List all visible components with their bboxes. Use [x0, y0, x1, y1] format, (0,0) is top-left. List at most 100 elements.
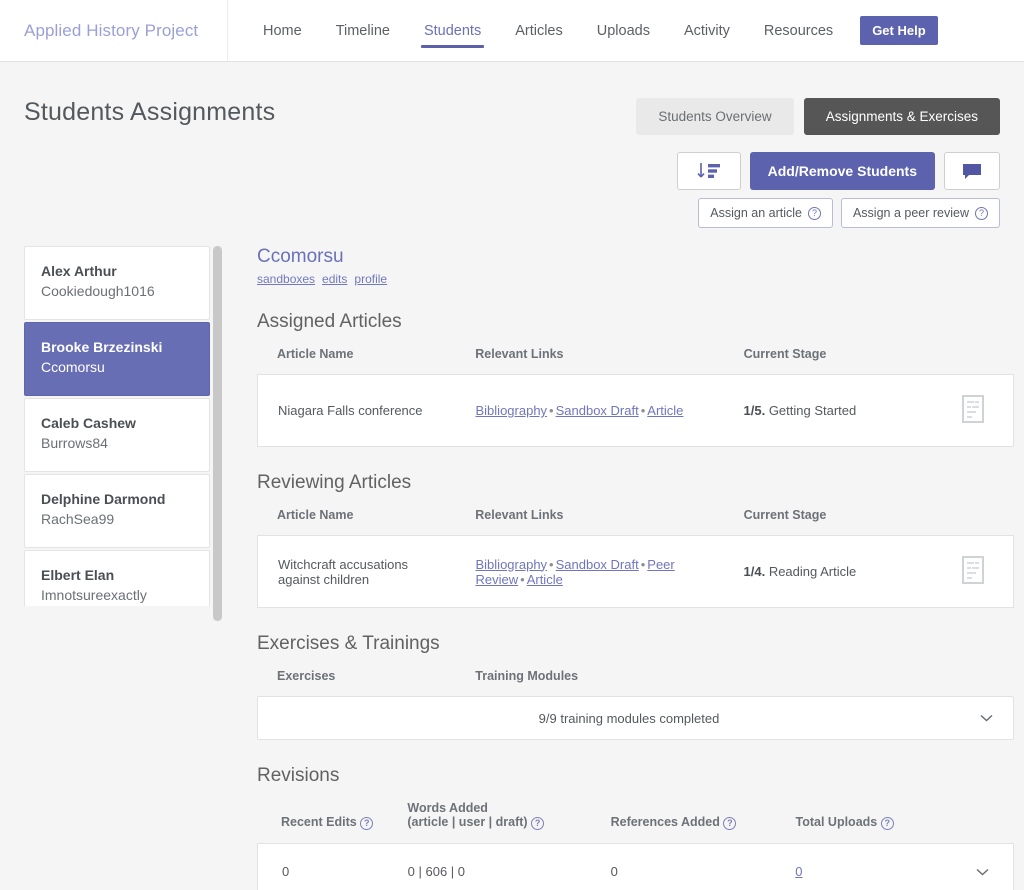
cell-document-action[interactable]: [934, 375, 1014, 447]
student-username: RachSea99: [41, 511, 115, 527]
list-item[interactable]: Delphine Darmond RachSea99: [24, 474, 210, 548]
list-item[interactable]: Alex Arthur Cookiedough1016: [24, 246, 210, 320]
message-button[interactable]: [944, 152, 1000, 190]
student-username: Imnotsureexactly: [41, 587, 147, 603]
site-brand[interactable]: Applied History Project: [0, 0, 228, 61]
link-separator: •: [549, 556, 554, 572]
column-header-actions: [934, 347, 1014, 374]
get-help-button[interactable]: Get Help: [860, 16, 938, 45]
column-header-relevant-links: Relevant Links: [475, 347, 564, 361]
link-sandbox-draft[interactable]: Sandbox Draft: [556, 403, 639, 418]
revisions-table: 0 0 | 606 | 0 0 0: [257, 843, 1014, 890]
table-row[interactable]: Witchcraft accusations against children …: [258, 536, 1014, 608]
exercises-title: Exercises & Trainings: [257, 633, 440, 654]
column-header-actions: [934, 508, 1014, 535]
nav-item-students[interactable]: Students: [407, 0, 498, 61]
list-item[interactable]: Elbert Elan Imnotsureexactly: [24, 550, 210, 606]
assigned-articles-title: Assigned Articles: [257, 311, 402, 332]
question-mark-icon[interactable]: ?: [531, 817, 545, 830]
link-sandboxes[interactable]: sandboxes: [257, 272, 315, 286]
column-header-article-name: Article Name: [277, 508, 354, 522]
link-total-uploads[interactable]: 0: [795, 864, 802, 879]
column-header-spacer: [744, 669, 934, 696]
question-mark-icon[interactable]: ?: [880, 817, 894, 830]
question-mark-icon[interactable]: ?: [723, 817, 737, 830]
stage-number: 1/4.: [743, 564, 766, 579]
cell-article-name: Witchcraft accusations against children: [278, 556, 409, 587]
link-bibliography[interactable]: Bibliography: [476, 557, 548, 572]
page-title: Students Assignments: [24, 98, 276, 126]
chevron-down-icon[interactable]: [980, 714, 993, 722]
question-mark-icon[interactable]: ?: [360, 817, 374, 830]
speech-bubble-icon: [963, 164, 981, 179]
question-mark-icon[interactable]: ?: [975, 206, 988, 220]
sort-button[interactable]: [676, 152, 741, 190]
training-modules-row[interactable]: 9/9 training modules completed: [257, 696, 1014, 740]
assigned-articles-header-table: Article Name Relevant Links Current Stag…: [257, 347, 1014, 374]
student-name: Elbert Elan: [41, 567, 115, 583]
cell-article-name: Niagara Falls conference: [278, 403, 423, 418]
student-detail-panel: Ccomorsu sandboxes edits profile Assigne…: [210, 246, 1024, 890]
students-sidebar: Alex Arthur Cookiedough1016 Brooke Brzez…: [24, 246, 222, 890]
document-icon[interactable]: [962, 556, 985, 584]
column-header-exercises: Exercises: [277, 669, 336, 683]
link-article[interactable]: Article: [647, 403, 683, 418]
sort-descending-icon: [697, 163, 720, 178]
primary-nav: Home Timeline Students Articles Uploads …: [228, 0, 938, 61]
link-profile[interactable]: profile: [354, 272, 387, 286]
column-header-current-stage: Current Stage: [743, 508, 827, 522]
assign-an-article-button[interactable]: Assign an article ?: [698, 198, 833, 228]
page-controls: Students Overview Assignments & Exercise…: [636, 98, 1000, 228]
cell-document-action[interactable]: [934, 536, 1014, 608]
assign-a-peer-review-button[interactable]: Assign a peer review ?: [840, 198, 1000, 228]
nav-item-home[interactable]: Home: [246, 0, 319, 61]
link-sandbox-draft[interactable]: Sandbox Draft: [556, 557, 639, 572]
page-container: Students Assignments Students Overview A…: [0, 62, 1024, 890]
column-header-recent-edits: Recent Edits ?: [257, 801, 407, 843]
student-username: Cookiedough1016: [41, 283, 155, 299]
table-row[interactable]: Niagara Falls conference Bibliography • Sa…: [258, 375, 1014, 447]
revisions-header-table: Recent Edits ? Words Added (article | us…: [257, 801, 1014, 843]
reviewing-articles-table: Witchcraft accusations against children …: [257, 535, 1014, 608]
link-article[interactable]: Article: [527, 572, 563, 587]
stage-label: Reading Article: [768, 564, 857, 579]
student-name: Caleb Cashew: [41, 415, 136, 431]
nav-item-activity[interactable]: Activity: [667, 0, 747, 61]
assign-a-peer-review-label: Assign a peer review: [852, 206, 969, 220]
student-list[interactable]: Alex Arthur Cookiedough1016 Brooke Brzez…: [24, 246, 210, 606]
add-remove-students-button[interactable]: Add/Remove Students: [749, 152, 935, 190]
question-mark-icon[interactable]: ?: [807, 206, 821, 220]
sidebar-scrollbar-thumb[interactable]: [213, 246, 222, 621]
assign-an-article-label: Assign an article: [710, 206, 802, 220]
chevron-down-icon[interactable]: [976, 868, 989, 876]
list-item[interactable]: Caleb Cashew Burrows84: [24, 398, 210, 472]
student-username: Ccomorsu: [41, 359, 105, 375]
column-header-words-added: Words Added (article | user | draft) ?: [407, 801, 610, 843]
column-header-relevant-links: Relevant Links: [475, 508, 564, 522]
column-header-actions: [934, 669, 1014, 696]
student-name: Alex Arthur: [41, 263, 117, 279]
cell-recent-edits: 0: [282, 864, 290, 879]
nav-item-timeline[interactable]: Timeline: [319, 0, 407, 61]
tab-assignments-exercises[interactable]: Assignments & Exercises: [803, 98, 1000, 135]
nav-item-articles[interactable]: Articles: [498, 0, 580, 61]
table-row[interactable]: 0 0 | 606 | 0 0 0: [258, 844, 1014, 890]
column-header-actions: [953, 801, 1014, 843]
link-edits[interactable]: edits: [322, 272, 347, 286]
nav-item-uploads[interactable]: Uploads: [580, 0, 667, 61]
training-modules-status: 9/9 training modules completed: [538, 710, 720, 726]
action-button-row: Add/Remove Students: [676, 152, 1000, 190]
column-header-references-added: References Added ?: [611, 801, 796, 843]
link-separator: •: [640, 403, 646, 418]
cell-expand-action[interactable]: [953, 844, 1014, 890]
page-header-row: Students Assignments Students Overview A…: [24, 62, 1000, 228]
sidebar-scrollbar[interactable]: [213, 246, 222, 621]
stage-label: Getting Started: [768, 403, 857, 418]
document-icon[interactable]: [962, 395, 985, 423]
column-header-training-modules: Training Modules: [475, 669, 579, 683]
nav-item-resources[interactable]: Resources: [747, 0, 850, 61]
list-item[interactable]: Brooke Brzezinski Ccomorsu: [24, 322, 210, 396]
assigned-articles-section: Assigned Articles Article Name Relevant …: [257, 311, 1014, 447]
tab-students-overview[interactable]: Students Overview: [636, 98, 794, 135]
link-bibliography[interactable]: Bibliography: [476, 403, 548, 418]
